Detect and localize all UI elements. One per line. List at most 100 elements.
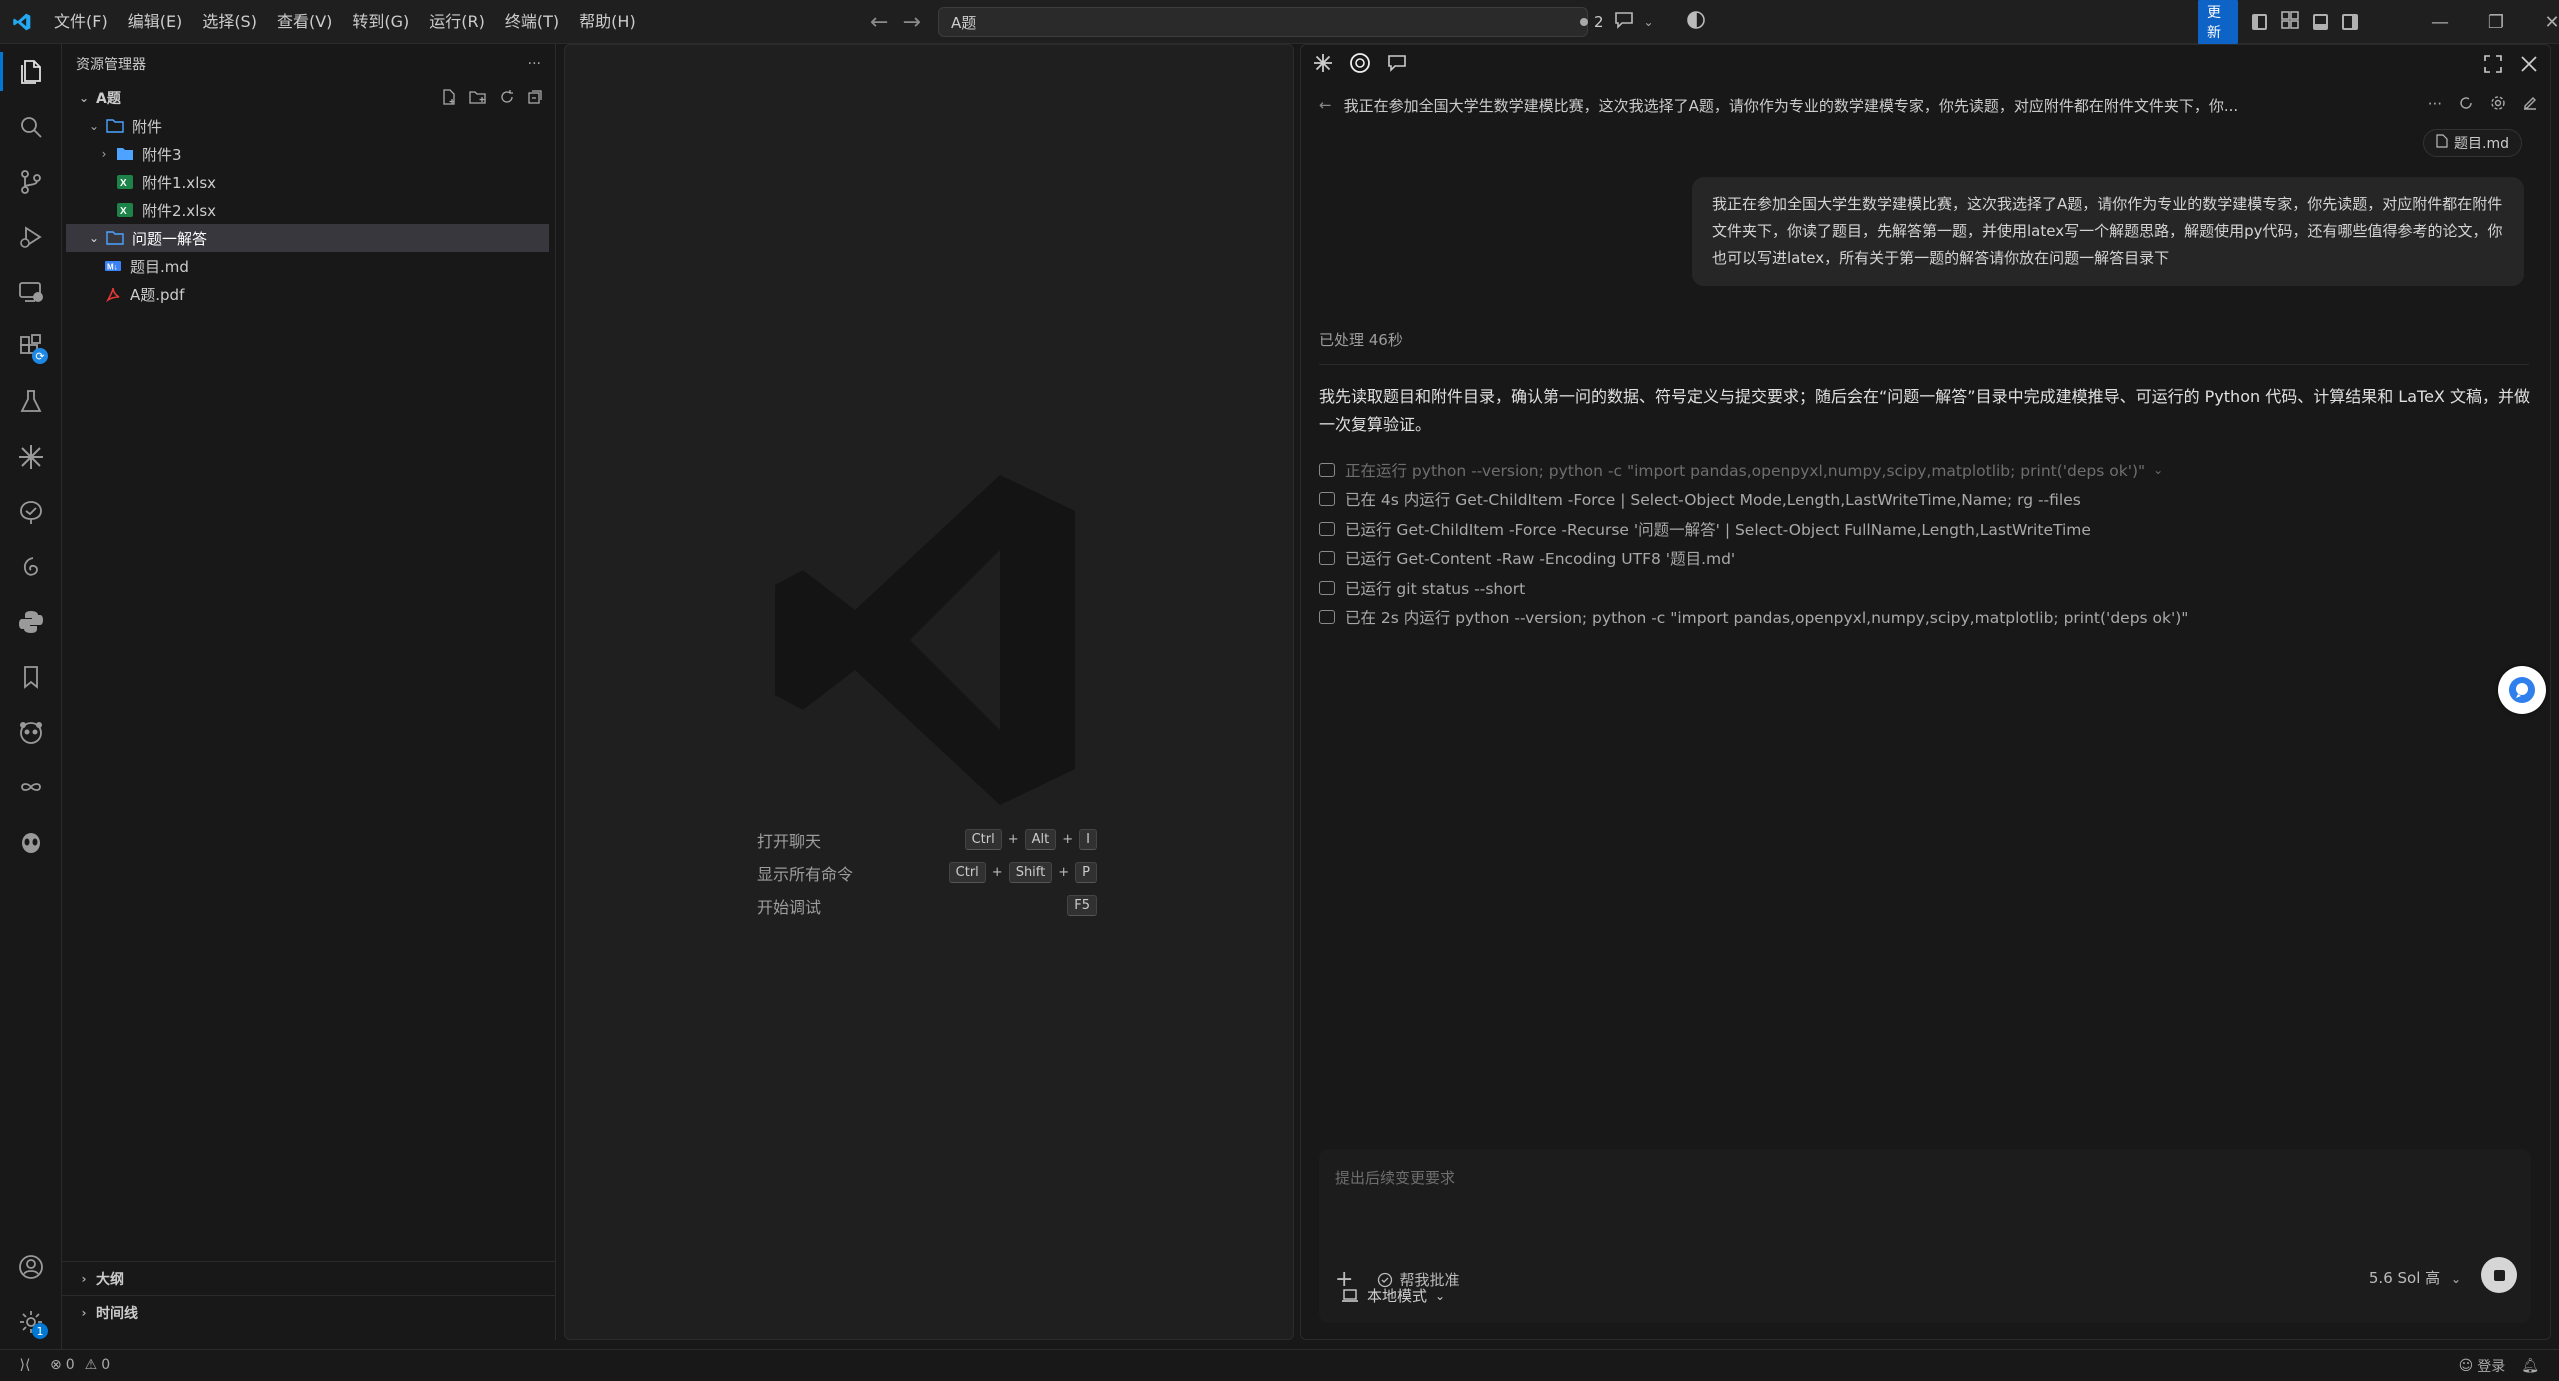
menu-view[interactable]: 查看(V) bbox=[267, 0, 342, 44]
tree-item-folder-fujian3[interactable]: › 附件3 bbox=[62, 140, 555, 168]
tree-item-folder-wenti1[interactable]: ⌄ 问题一解答 bbox=[66, 224, 549, 252]
processed-label: 已处理 46秒 bbox=[1319, 331, 1403, 349]
alien-icon[interactable] bbox=[0, 814, 62, 869]
new-folder-icon[interactable] bbox=[469, 89, 487, 109]
new-chat-icon[interactable] bbox=[2522, 95, 2538, 115]
folder-icon bbox=[106, 230, 124, 246]
run-item[interactable]: 已在 2s 内运行 python --version; python -c "i… bbox=[1319, 603, 2529, 633]
workspace-root[interactable]: ⌄ A题 bbox=[62, 84, 555, 112]
maximize-icon[interactable] bbox=[2484, 55, 2502, 77]
menu-run[interactable]: 运行(R) bbox=[419, 0, 495, 44]
command-center-search[interactable]: A题 bbox=[938, 7, 1588, 37]
settings-icon[interactable] bbox=[2490, 95, 2506, 115]
menu-edit[interactable]: 编辑(E) bbox=[118, 0, 193, 44]
stop-button[interactable] bbox=[2481, 1257, 2517, 1293]
floating-assistant-button[interactable] bbox=[2498, 666, 2546, 714]
toggle-panel-icon[interactable] bbox=[2313, 14, 2329, 30]
refresh-icon[interactable] bbox=[499, 89, 515, 109]
plus-sign: + bbox=[1058, 865, 1070, 880]
shortcut-start-debug[interactable]: 开始调试 F5 bbox=[757, 889, 1097, 922]
shortcut-label: 打开聊天 bbox=[757, 831, 822, 851]
mode-selector[interactable]: 本地模式 ⌄ bbox=[1341, 1285, 1445, 1306]
timeline-section[interactable]: › 时间线 bbox=[62, 1295, 556, 1329]
tree-item-file-fujian2[interactable]: X 附件2.xlsx bbox=[62, 196, 555, 224]
chat-bubble-icon[interactable] bbox=[1387, 54, 1407, 76]
claude-sparkle-icon[interactable] bbox=[1313, 53, 1333, 77]
model-selector[interactable]: 5.6 Sol 高 ⌄ bbox=[2369, 1267, 2461, 1288]
login-button[interactable]: ☺ 登录 bbox=[2459, 1356, 2506, 1376]
claude-sparkle-icon[interactable] bbox=[0, 429, 62, 484]
new-file-icon[interactable] bbox=[441, 89, 457, 109]
menu-go[interactable]: 转到(G) bbox=[342, 0, 419, 44]
shortcut-hints: 打开聊天 Ctrl + Alt + I 显示所有命令 Ctrl + Shift + P … bbox=[757, 823, 1097, 922]
spiral-icon[interactable] bbox=[0, 539, 62, 594]
tree-item-folder-fujian[interactable]: ⌄ 附件 bbox=[62, 112, 555, 140]
panda-icon[interactable] bbox=[0, 704, 62, 759]
run-item[interactable]: 已在 4s 内运行 Get-ChildItem -Force | Select-… bbox=[1319, 485, 2529, 515]
restore-icon[interactable]: ❐ bbox=[2468, 12, 2524, 33]
account-icon[interactable] bbox=[0, 1239, 62, 1294]
forward-arrow-icon[interactable]: → bbox=[902, 10, 920, 35]
key: Ctrl bbox=[948, 862, 986, 883]
settings-gear-icon[interactable]: 1 bbox=[0, 1294, 62, 1349]
bookmark-icon[interactable] bbox=[0, 649, 62, 704]
testing-flask-icon[interactable] bbox=[0, 374, 62, 429]
outline-section[interactable]: › 大纲 bbox=[62, 1261, 556, 1295]
source-control-icon[interactable] bbox=[0, 154, 62, 209]
menu-help[interactable]: 帮助(H) bbox=[569, 0, 646, 44]
remote-explorer-icon[interactable] bbox=[0, 264, 62, 319]
more-actions-icon[interactable]: ··· bbox=[528, 56, 541, 72]
extensions-icon[interactable]: ⟳ bbox=[0, 319, 62, 374]
back-arrow-icon[interactable]: ← bbox=[1319, 96, 1332, 114]
command-run-list: 正在运行 python --version; python -c "import… bbox=[1319, 455, 2529, 632]
menu-terminal[interactable]: 终端(T) bbox=[495, 0, 569, 44]
chat-input-box[interactable]: 提出后续变更要求 + 帮我批准 5.6 Sol 高 ⌄ bbox=[1319, 1149, 2531, 1323]
activity-bar: ⟳ 1 bbox=[0, 44, 62, 1349]
openai-icon[interactable] bbox=[1349, 52, 1371, 78]
chevron-right-icon: › bbox=[81, 1271, 87, 1286]
run-item[interactable]: 已运行 git status --short bbox=[1319, 573, 2529, 603]
run-item[interactable]: 正在运行 python --version; python -c "import… bbox=[1319, 455, 2529, 485]
infinity-icon[interactable] bbox=[0, 759, 62, 814]
chat-toggle-icon[interactable] bbox=[1614, 11, 1634, 33]
vscode-logo-icon bbox=[0, 0, 44, 44]
toggle-primary-sidebar-icon[interactable] bbox=[2251, 14, 2268, 30]
tree-item-file-fujian1[interactable]: X 附件1.xlsx bbox=[62, 168, 555, 196]
tree-item-file-timu[interactable]: M↓ 题目.md bbox=[62, 252, 555, 280]
markdown-file-icon: M↓ bbox=[104, 258, 122, 274]
menu-file[interactable]: 文件(F) bbox=[44, 0, 118, 44]
key: F5 bbox=[1067, 895, 1097, 916]
collapse-all-icon[interactable] bbox=[527, 89, 543, 109]
attachment-chip[interactable]: 题目.md bbox=[2423, 129, 2522, 157]
update-button[interactable]: 更新 bbox=[2198, 0, 2238, 46]
assistant-message-text: 我先读取题目和附件目录，确认第一问的数据、符号定义与提交要求；随后会在“问题一解… bbox=[1319, 387, 2530, 434]
menu-selection[interactable]: 选择(S) bbox=[192, 0, 267, 44]
bell-icon[interactable]: 🔔︎ bbox=[2521, 1358, 2539, 1374]
search-icon[interactable] bbox=[0, 99, 62, 154]
more-icon[interactable]: ··· bbox=[2428, 95, 2442, 115]
history-icon[interactable] bbox=[2458, 95, 2474, 115]
run-item[interactable]: 已运行 Get-Content -Raw -Encoding UTF8 '题目.… bbox=[1319, 544, 2529, 574]
python-icon[interactable] bbox=[0, 594, 62, 649]
chevron-down-icon[interactable]: ⌄ bbox=[1644, 15, 1654, 29]
back-arrow-icon[interactable]: ← bbox=[870, 10, 888, 35]
processed-time[interactable]: 已处理 46秒 bbox=[1319, 329, 2529, 365]
tree-item-file-pdf[interactable]: A题.pdf bbox=[62, 280, 555, 308]
run-debug-icon[interactable] bbox=[0, 209, 62, 264]
close-icon[interactable] bbox=[2520, 55, 2538, 77]
customize-layout-icon[interactable] bbox=[2281, 11, 2300, 33]
shortcut-show-commands[interactable]: 显示所有命令 Ctrl + Shift + P bbox=[757, 856, 1097, 889]
chevron-down-icon[interactable]: ⌄ bbox=[2153, 463, 2163, 477]
remote-icon[interactable]: ⟩⟨ bbox=[0, 1357, 50, 1373]
copilot-icon[interactable] bbox=[1686, 10, 1706, 34]
stop-icon bbox=[2493, 1269, 2505, 1281]
toggle-secondary-sidebar-icon[interactable] bbox=[2342, 14, 2358, 30]
explorer-icon[interactable] bbox=[0, 44, 62, 99]
tree-sync-icon[interactable] bbox=[0, 484, 62, 539]
assistant-message: 我先读取题目和附件目录，确认第一问的数据、符号定义与提交要求；随后会在“问题一解… bbox=[1319, 383, 2537, 439]
minimize-icon[interactable]: — bbox=[2412, 12, 2468, 33]
close-window-icon[interactable]: ✕ bbox=[2524, 12, 2559, 33]
shortcut-open-chat[interactable]: 打开聊天 Ctrl + Alt + I bbox=[757, 823, 1097, 856]
problems-indicator[interactable]: ⊗ 0 ⚠ 0 bbox=[50, 1357, 110, 1373]
run-item[interactable]: 已运行 Get-ChildItem -Force -Recurse '问题一解答… bbox=[1319, 514, 2529, 544]
